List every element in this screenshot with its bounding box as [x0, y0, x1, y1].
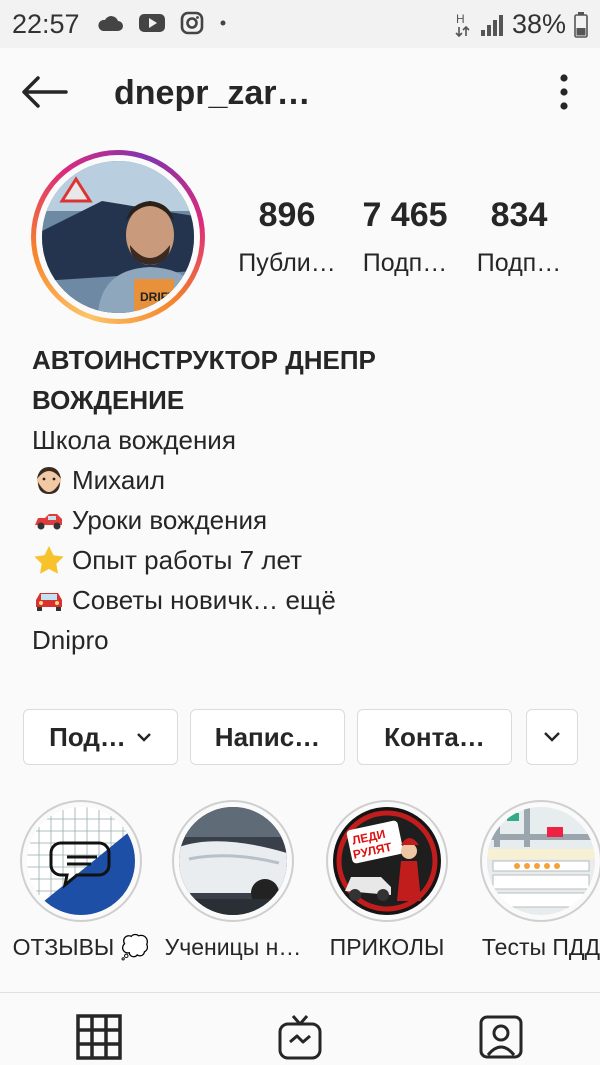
profile-category: Школа вождения	[32, 425, 236, 455]
youtube-icon	[139, 14, 165, 32]
bio-line-text: Уроки вождения	[72, 505, 268, 535]
battery-percent: 38%	[511, 9, 566, 39]
highlight-jokes[interactable]: ЛЕДИ РУЛЯТ ПРИКОЛЫ	[312, 800, 462, 961]
stat-following-label: Подп…	[476, 249, 562, 277]
stat-followers[interactable]: 7 465 Подп…	[350, 196, 460, 278]
instagram-icon	[180, 11, 204, 35]
follow-button[interactable]: Под…	[23, 709, 178, 765]
profile-username: dnepr_zar…	[114, 74, 311, 112]
bio-line: Опыт работы 7 лет	[32, 540, 572, 580]
cloud-icon	[98, 16, 123, 31]
ladies-drive-sticker-icon: ЛЕДИ РУЛЯТ	[333, 807, 441, 915]
chevron-down-icon	[544, 732, 560, 742]
highlight-cover	[179, 807, 287, 915]
stat-posts-count: 896	[258, 196, 316, 234]
dot-icon	[220, 20, 226, 26]
avatar-story-ring[interactable]: DRIFT	[31, 150, 205, 324]
more-vertical-icon[interactable]	[552, 72, 576, 112]
chat-bubble-icon	[27, 807, 135, 915]
highlight-reviews[interactable]: ОТЗЫВЫ 💭	[6, 800, 156, 961]
nav-divider	[0, 992, 600, 993]
highlight-students[interactable]: Ученицы н…	[158, 800, 308, 961]
highlight-cover: ЛЕДИ РУЛЯТ	[333, 807, 441, 915]
bio-line: Советы новичк… ещё	[32, 580, 572, 620]
suggested-dropdown-button[interactable]	[526, 709, 578, 765]
bearded-man-emoji-icon	[37, 467, 61, 494]
profile-name-line1: АВТОИНСТРУКТОР ДНЕПР	[32, 345, 376, 375]
traffic-test-icon	[487, 807, 595, 915]
avatar: DRIFT	[42, 161, 194, 313]
chevron-down-icon	[136, 733, 151, 742]
contact-button[interactable]: Конта…	[357, 709, 512, 765]
red-car-emoji-icon	[35, 514, 62, 530]
svg-text:H: H	[456, 12, 465, 26]
profile-header: dnepr_zar…	[0, 48, 600, 138]
highlight-label: ОТЗЫВЫ 💭	[12, 934, 150, 960]
highlight-label: ПРИКОЛЫ	[329, 934, 445, 960]
status-time: 22:57	[12, 9, 80, 39]
stat-followers-count: 7 465	[362, 196, 448, 234]
stat-following[interactable]: 834 Подп…	[464, 196, 574, 278]
svg-text:DRIFT: DRIFT	[140, 290, 176, 304]
stat-posts-label: Публи…	[238, 249, 336, 277]
system-icons: H 38%	[454, 9, 588, 40]
bio-line: Михаил	[32, 460, 572, 500]
profile-bio: АВТОИНСТРУКТОР ДНЕПР ВОЖДЕНИЕ Школа вожд…	[32, 340, 572, 660]
stat-posts[interactable]: 896 Публи…	[232, 196, 342, 278]
tagged-icon[interactable]	[478, 1014, 524, 1060]
contact-button-label: Конта…	[384, 721, 485, 752]
arrow-left-icon[interactable]	[20, 74, 68, 110]
car-photo	[179, 807, 287, 915]
igtv-icon[interactable]	[277, 1014, 323, 1060]
highlight-label: Ученицы н…	[164, 934, 302, 960]
bio-line-text: Михаил	[72, 465, 166, 495]
notification-icons	[96, 11, 228, 35]
stat-followers-label: Подп…	[362, 249, 448, 277]
highlight-cover	[487, 807, 595, 915]
avatar-photo: DRIFT	[42, 161, 194, 313]
red-car-front-emoji-icon	[36, 593, 62, 611]
highlight-label: Тесты ПДД	[481, 934, 600, 960]
stat-following-count: 834	[490, 196, 548, 234]
message-button[interactable]: Напис…	[190, 709, 345, 765]
message-button-label: Напис…	[214, 721, 321, 752]
star-emoji-icon	[34, 546, 64, 574]
highlight-cover	[27, 807, 135, 915]
profile-name-line2: ВОЖДЕНИЕ	[32, 385, 185, 415]
bio-line-text: Опыт работы 7 лет	[72, 545, 303, 575]
highlight-tests[interactable]: Тесты ПДД	[466, 800, 600, 961]
battery-icon	[574, 11, 588, 38]
profile-location[interactable]: Dnipro	[32, 620, 572, 660]
signal-icon	[480, 14, 503, 36]
bio-line: Уроки вождения	[32, 500, 572, 540]
grid-icon[interactable]	[76, 1014, 122, 1060]
status-bar: 22:57 H 38%	[0, 0, 600, 48]
data-h-icon: H	[455, 12, 470, 37]
bio-line-text[interactable]: Советы новичк… ещё	[72, 580, 336, 620]
follow-button-label: Под…	[49, 721, 126, 752]
